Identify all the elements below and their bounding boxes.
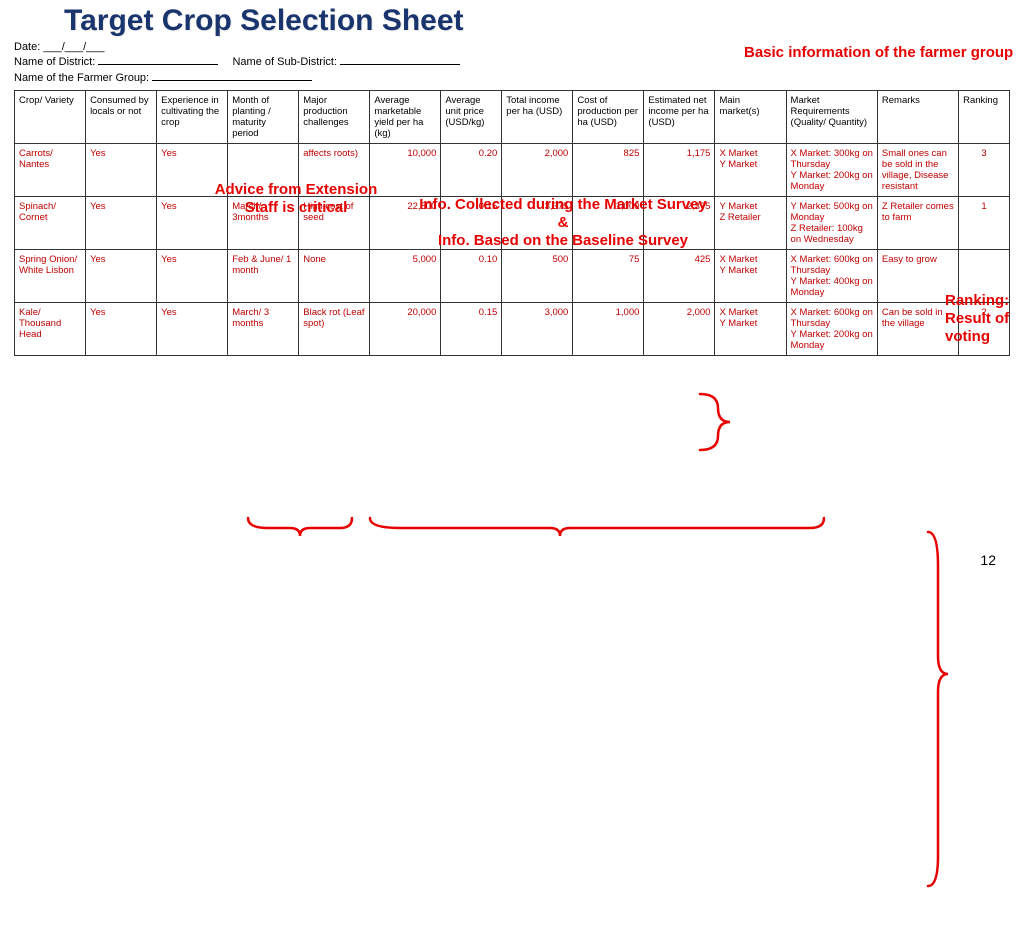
cell-consumed: Yes	[86, 250, 157, 303]
district-field	[98, 55, 218, 65]
col-challenges: Major production challenges	[299, 91, 370, 144]
date-value: ___/___/___	[43, 40, 104, 55]
cell-crop: Spinach/ Cornet	[15, 197, 86, 250]
date-label: Date:	[14, 40, 40, 55]
table-header-row: Crop/ Variety Consumed by locals or not …	[15, 91, 1010, 144]
cell-rank: 3	[959, 144, 1010, 197]
cell-req: X Market: 300kg on ThursdayY Market: 200…	[786, 144, 877, 197]
cell-cost: 75	[573, 250, 644, 303]
col-net: Estimated net income per ha (USD)	[644, 91, 715, 144]
cell-remarks: Z Retailer comes to farm	[877, 197, 958, 250]
cell-consumed: Yes	[86, 303, 157, 356]
cell-experience: Yes	[157, 197, 228, 250]
col-price: Average unit price (USD/kg)	[441, 91, 502, 144]
subdistrict-field	[340, 55, 460, 65]
cell-month	[228, 144, 299, 197]
col-markets: Main market(s)	[715, 91, 786, 144]
cell-challenges: High cost of seed	[299, 197, 370, 250]
cell-crop: Spring Onion/ White Lisbon	[15, 250, 86, 303]
district-label: Name of District:	[14, 55, 95, 70]
table-row: Kale/ Thousand HeadYesYesMarch/ 3 months…	[15, 303, 1010, 356]
table-row: Spinach/ CornetYesYesMarch/ 3monthsHigh …	[15, 197, 1010, 250]
cell-price: 0.20	[441, 144, 502, 197]
cell-cost: 825	[573, 144, 644, 197]
cell-rank: 1	[959, 197, 1010, 250]
cell-income: 2,000	[502, 144, 573, 197]
cell-markets: X MarketY Market	[715, 144, 786, 197]
col-remarks: Remarks	[877, 91, 958, 144]
page-title: Target Crop Selection Sheet	[0, 0, 1024, 38]
cell-remarks: Can be sold in the village	[877, 303, 958, 356]
cell-req: X Market: 600kg on ThursdayY Market: 400…	[786, 250, 877, 303]
cell-month: March/ 3 months	[228, 303, 299, 356]
header-meta: Date: ___/___/___ Name of District: Name…	[0, 38, 1024, 90]
cell-price: 0.15	[441, 197, 502, 250]
brace-survey-icon	[370, 518, 824, 536]
cell-markets: X MarketY Market	[715, 303, 786, 356]
brace-decorations	[0, 356, 1024, 932]
cell-markets: X MarketY Market	[715, 250, 786, 303]
cell-crop: Carrots/ Nantes	[15, 144, 86, 197]
cell-markets: Y MarketZ Retailer	[715, 197, 786, 250]
page-number: 12	[980, 552, 996, 568]
cell-month: March/ 3months	[228, 197, 299, 250]
cell-net: 425	[644, 250, 715, 303]
subdistrict-label: Name of Sub-District:	[232, 55, 337, 70]
col-consumed: Consumed by locals or not	[86, 91, 157, 144]
brace-ranking-icon	[928, 532, 948, 886]
cell-experience: Yes	[157, 144, 228, 197]
cell-remarks: Small ones can be sold in the village, D…	[877, 144, 958, 197]
cell-challenges: Black rot (Leaf spot)	[299, 303, 370, 356]
col-experience: Experience in cultivating the crop	[157, 91, 228, 144]
cell-experience: Yes	[157, 303, 228, 356]
cell-crop: Kale/ Thousand Head	[15, 303, 86, 356]
cell-price: 0.10	[441, 250, 502, 303]
cell-req: Y Market: 500kg on MondayZ Retailer: 100…	[786, 197, 877, 250]
group-label: Name of the Farmer Group:	[14, 71, 149, 86]
cell-experience: Yes	[157, 250, 228, 303]
col-crop: Crop/ Variety	[15, 91, 86, 144]
col-cost: Cost of production per ha (USD)	[573, 91, 644, 144]
crop-table: Crop/ Variety Consumed by locals or not …	[14, 90, 1010, 356]
cell-challenges: affects roots)	[299, 144, 370, 197]
table-row: Carrots/ NantesYesYesaffects roots)10,00…	[15, 144, 1010, 197]
col-income: Total income per ha (USD)	[502, 91, 573, 144]
cell-challenges: None	[299, 250, 370, 303]
table-row: Spring Onion/ White LisbonYesYesFeb & Ju…	[15, 250, 1010, 303]
cell-consumed: Yes	[86, 144, 157, 197]
brace-basic-info-icon	[700, 394, 730, 450]
cell-month: Feb & June/ 1 month	[228, 250, 299, 303]
col-ranking: Ranking	[959, 91, 1010, 144]
cell-net: 2,375	[644, 197, 715, 250]
cell-cost: 1,000	[573, 303, 644, 356]
cell-income: 500	[502, 250, 573, 303]
cell-rank	[959, 250, 1010, 303]
cell-income: 3,375	[502, 197, 573, 250]
brace-advice-icon	[248, 518, 352, 536]
cell-yield: 10,000	[370, 144, 441, 197]
cell-price: 0.15	[441, 303, 502, 356]
cell-rank: 2	[959, 303, 1010, 356]
cell-cost: 1,000	[573, 197, 644, 250]
cell-req: X Market: 600kg on ThursdayY Market: 200…	[786, 303, 877, 356]
cell-yield: 5,000	[370, 250, 441, 303]
cell-net: 1,175	[644, 144, 715, 197]
col-month: Month of planting / maturity period	[228, 91, 299, 144]
cell-consumed: Yes	[86, 197, 157, 250]
cell-remarks: Easy to grow	[877, 250, 958, 303]
group-field	[152, 71, 312, 81]
col-yield: Average marketable yield per ha (kg)	[370, 91, 441, 144]
cell-yield: 20,000	[370, 303, 441, 356]
cell-income: 3,000	[502, 303, 573, 356]
cell-yield: 22,500	[370, 197, 441, 250]
col-req: Market Requirements (Quality/ Quantity)	[786, 91, 877, 144]
cell-net: 2,000	[644, 303, 715, 356]
